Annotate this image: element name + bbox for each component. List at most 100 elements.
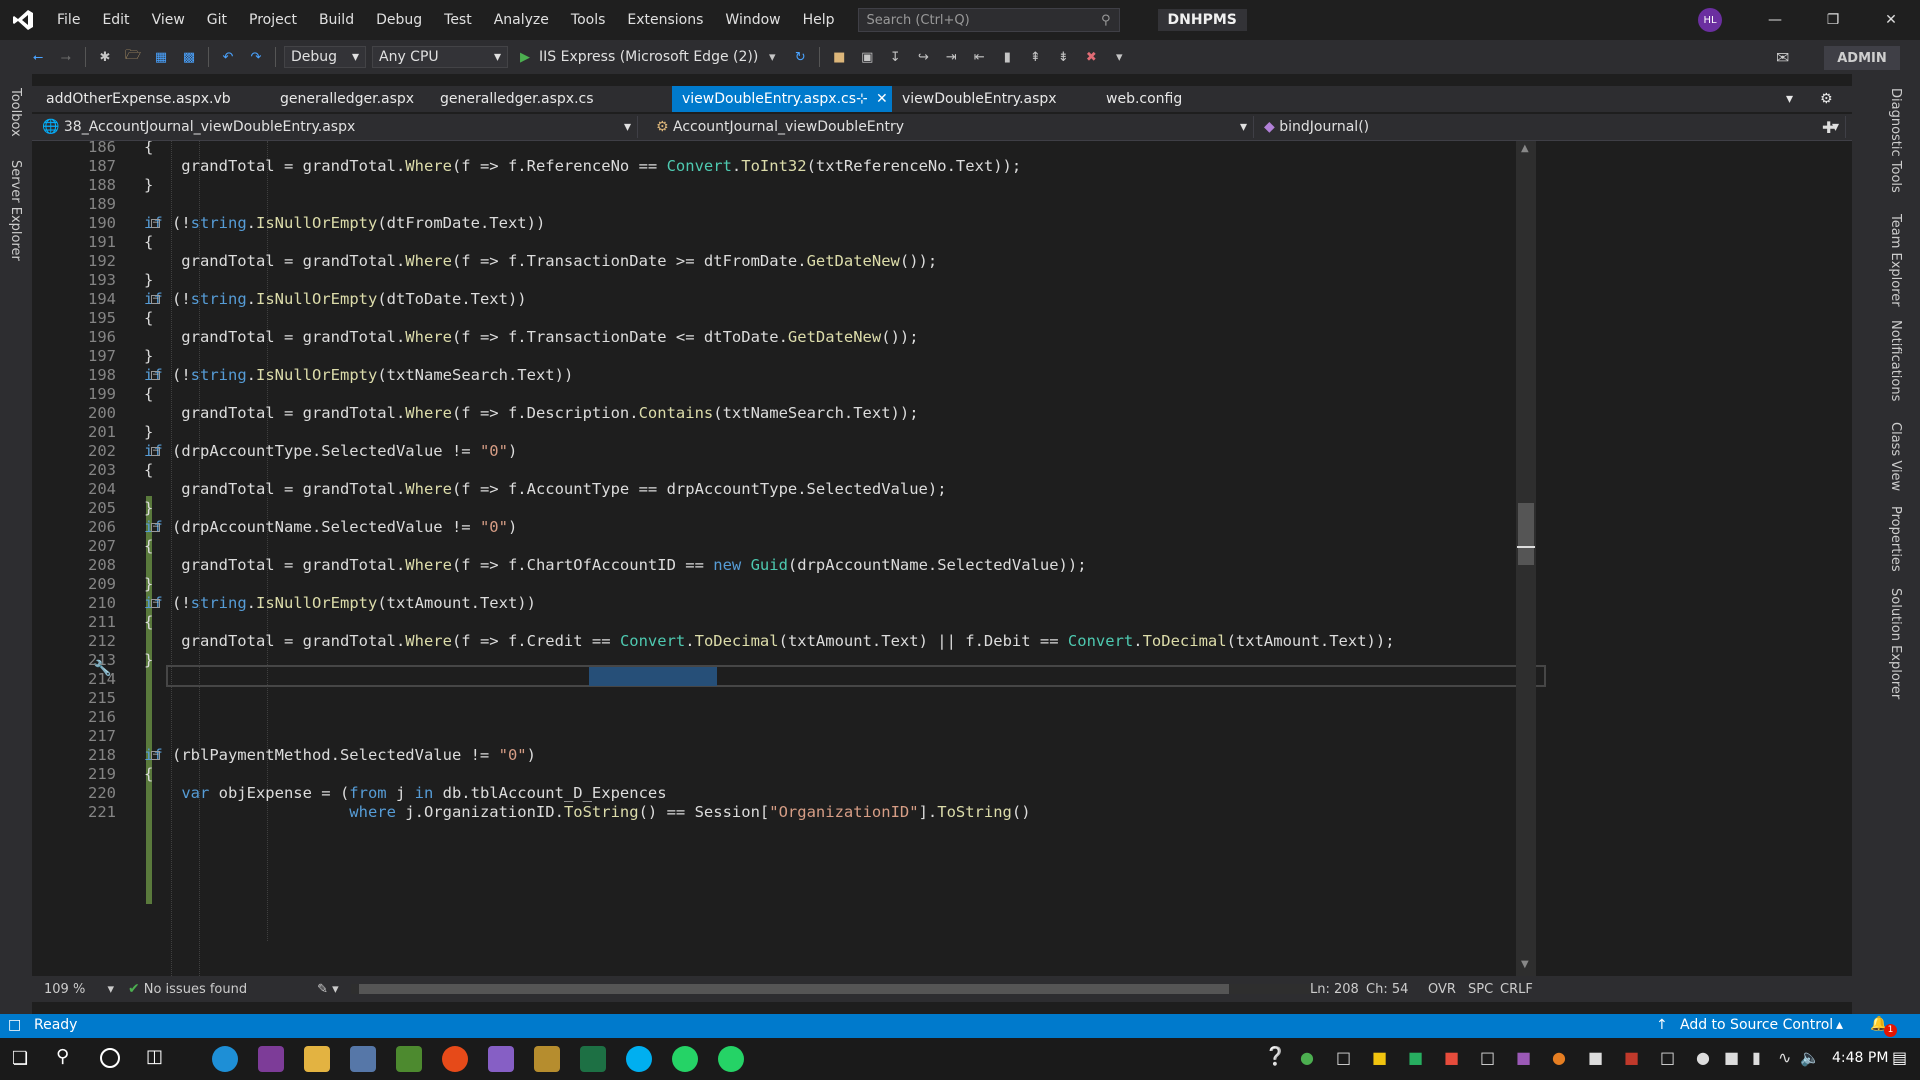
next-bookmark-icon[interactable]: ⇟	[1052, 46, 1074, 68]
code-line[interactable]: var objExpense = (from j in db.tblAccoun…	[32, 784, 666, 802]
clock[interactable]: 4:48 PM	[1832, 1050, 1888, 1066]
open-folder-icon[interactable]: 🗁	[122, 46, 144, 68]
code-line[interactable]: grandTotal = grandTotal.Where(f => f.Tra…	[32, 252, 937, 270]
diagnostic-tools-tab[interactable]: Diagnostic Tools	[1888, 88, 1903, 193]
code-line[interactable]: }	[32, 271, 153, 289]
redo-icon[interactable]: ↷	[245, 46, 267, 68]
wifi-icon[interactable]: ∿	[1778, 1048, 1791, 1067]
code-line[interactable]: }	[32, 176, 153, 194]
horizontal-scrollbar[interactable]	[351, 984, 1311, 994]
outdent-icon[interactable]: ⇤	[968, 46, 990, 68]
menu-debug[interactable]: Debug	[365, 0, 433, 40]
code-line[interactable]: {	[32, 765, 153, 783]
code-line[interactable]: }	[32, 499, 153, 517]
code-line[interactable]: {	[32, 141, 153, 156]
back-icon[interactable]: ⭠	[27, 46, 49, 68]
code-line[interactable]: if (!string.IsNullOrEmpty(txtAmount.Text…	[32, 594, 536, 612]
properties-tab[interactable]: Properties	[1888, 506, 1903, 572]
code-line[interactable]: }	[32, 347, 153, 365]
save-all-icon[interactable]: ▩	[178, 46, 200, 68]
tray-icon[interactable]: □	[1336, 1048, 1351, 1067]
class-view-tab[interactable]: Class View	[1888, 422, 1903, 491]
fold-toggle-icon[interactable]: −	[151, 295, 160, 304]
code-line[interactable]: grandTotal = grandTotal.Where(f => f.Acc…	[32, 480, 946, 498]
tray-icon[interactable]: ■	[1408, 1048, 1423, 1067]
tray-icon[interactable]: ●	[1300, 1048, 1314, 1067]
tray-icon[interactable]: ■	[1444, 1048, 1459, 1067]
source-control-button[interactable]: Add to Source Control	[1680, 1017, 1833, 1033]
battery-icon[interactable]: ▮	[1752, 1048, 1761, 1067]
search-input[interactable]: Search (Ctrl+Q) ⚲	[857, 8, 1120, 32]
code-line[interactable]: where j.OrganizationID.ToString() == Ses…	[32, 803, 1030, 821]
code-editor[interactable]: 🔧 186 187 188 189 190 191 192 193 194 195 196 197 19…	[32, 141, 1852, 976]
tray-icon[interactable]: ●	[1552, 1048, 1566, 1067]
folder-icon[interactable]: ■	[828, 46, 850, 68]
code-line[interactable]: {	[32, 385, 153, 403]
forward-icon[interactable]: ⭢	[55, 46, 77, 68]
code-line[interactable]: if (!string.IsNullOrEmpty(txtNameSearch.…	[32, 366, 573, 384]
chrome-icon[interactable]	[442, 1046, 468, 1072]
fold-toggle-icon[interactable]: −	[151, 599, 160, 608]
fold-toggle-icon[interactable]: −	[151, 219, 160, 228]
minimize-button[interactable]: —	[1746, 0, 1804, 40]
clear-bookmarks-icon[interactable]: ✖	[1080, 46, 1102, 68]
search-icon[interactable]: ⚲	[56, 1046, 69, 1067]
code-line[interactable]: }	[32, 575, 153, 593]
undo-icon[interactable]: ↶	[217, 46, 239, 68]
server-explorer-tab[interactable]: Server Explorer	[8, 160, 23, 261]
menu-analyze[interactable]: Analyze	[483, 0, 560, 40]
code-line[interactable]: grandTotal = grandTotal.Where(f => f.Des…	[32, 404, 918, 422]
code-line[interactable]: grandTotal = grandTotal.Where(f => f.Tra…	[32, 328, 918, 346]
notepad-icon[interactable]	[396, 1046, 422, 1072]
scroll-down-icon[interactable]: ▼	[1521, 959, 1529, 970]
tray-icon[interactable]: □	[1660, 1048, 1675, 1067]
close-tab-icon[interactable]: ✕	[876, 86, 888, 112]
tab-web-config[interactable]: web.config	[1096, 86, 1192, 112]
tab-overflow-icon[interactable]: ▾	[1776, 86, 1803, 112]
code-line[interactable]: if (rblPaymentMethod.SelectedValue != "0…	[32, 746, 536, 764]
app-icon[interactable]	[350, 1046, 376, 1072]
whatsapp-icon[interactable]	[672, 1046, 698, 1072]
scroll-thumb[interactable]	[1518, 503, 1534, 565]
close-window-button[interactable]: ✕	[1862, 0, 1920, 40]
bookmark-icon[interactable]: ▮	[996, 46, 1018, 68]
action-center-icon[interactable]: ▤	[1892, 1048, 1907, 1067]
code-line[interactable]: grandTotal = grandTotal.Where(f => f.Cre…	[32, 632, 1394, 650]
fold-toggle-icon[interactable]: −	[151, 751, 160, 760]
menu-window[interactable]: Window	[714, 0, 791, 40]
vertical-scrollbar[interactable]: ▲ ▼	[1516, 141, 1536, 976]
code-line[interactable]: if (drpAccountName.SelectedValue != "0")	[32, 518, 517, 536]
code-line[interactable]: grandTotal = grandTotal.Where(f => f.Cha…	[32, 556, 1086, 574]
tray-icon[interactable]: ■	[1624, 1048, 1639, 1067]
member-select[interactable]: ◆ bindJournal() ▾	[1258, 116, 1846, 138]
code-line[interactable]: if (!string.IsNullOrEmpty(dtFromDate.Tex…	[32, 214, 545, 232]
whatsapp-icon[interactable]	[718, 1046, 744, 1072]
app-icon[interactable]	[534, 1046, 560, 1072]
menu-file[interactable]: File	[46, 0, 91, 40]
windows-start-icon[interactable]: ❏	[12, 1048, 28, 1069]
zoom-select[interactable]: 109 % ▾	[32, 982, 114, 997]
fold-toggle-icon[interactable]: −	[151, 371, 160, 380]
code-line[interactable]: {	[32, 613, 153, 631]
code-line[interactable]: grandTotal = grandTotal.Where(f => f.Ref…	[32, 157, 1021, 175]
volume-icon[interactable]: 🔈	[1800, 1048, 1820, 1067]
code-line[interactable]: {	[32, 537, 153, 555]
cortana-icon[interactable]	[100, 1048, 120, 1068]
tray-icon[interactable]: ■	[1516, 1048, 1531, 1067]
brush-icon[interactable]: ✎ ▾	[317, 982, 339, 997]
class-select[interactable]: ⚙ AccountJournal_viewDoubleEntry ▾	[650, 116, 1254, 138]
chevron-up-icon[interactable]: ▴	[1836, 1017, 1843, 1033]
step-into-icon[interactable]: ↧	[884, 46, 906, 68]
prev-bookmark-icon[interactable]: ⇞	[1024, 46, 1046, 68]
code-line[interactable]: {	[32, 233, 153, 251]
issues-indicator[interactable]: ✔ No issues found	[128, 981, 247, 997]
task-view-icon[interactable]: ◫	[146, 1046, 163, 1067]
run-target-label[interactable]: IIS Express (Microsoft Edge (2))	[539, 49, 758, 65]
toolbar-overflow-icon[interactable]: ▾	[1108, 46, 1130, 68]
tab-generalledger-aspx[interactable]: generalledger.aspx	[270, 86, 424, 112]
help-icon[interactable]: ❔	[1264, 1046, 1286, 1067]
code-line[interactable]: }	[32, 423, 153, 441]
menu-help[interactable]: Help	[792, 0, 846, 40]
spacing-indicator[interactable]: SPC	[1468, 982, 1493, 997]
menu-build[interactable]: Build	[308, 0, 365, 40]
